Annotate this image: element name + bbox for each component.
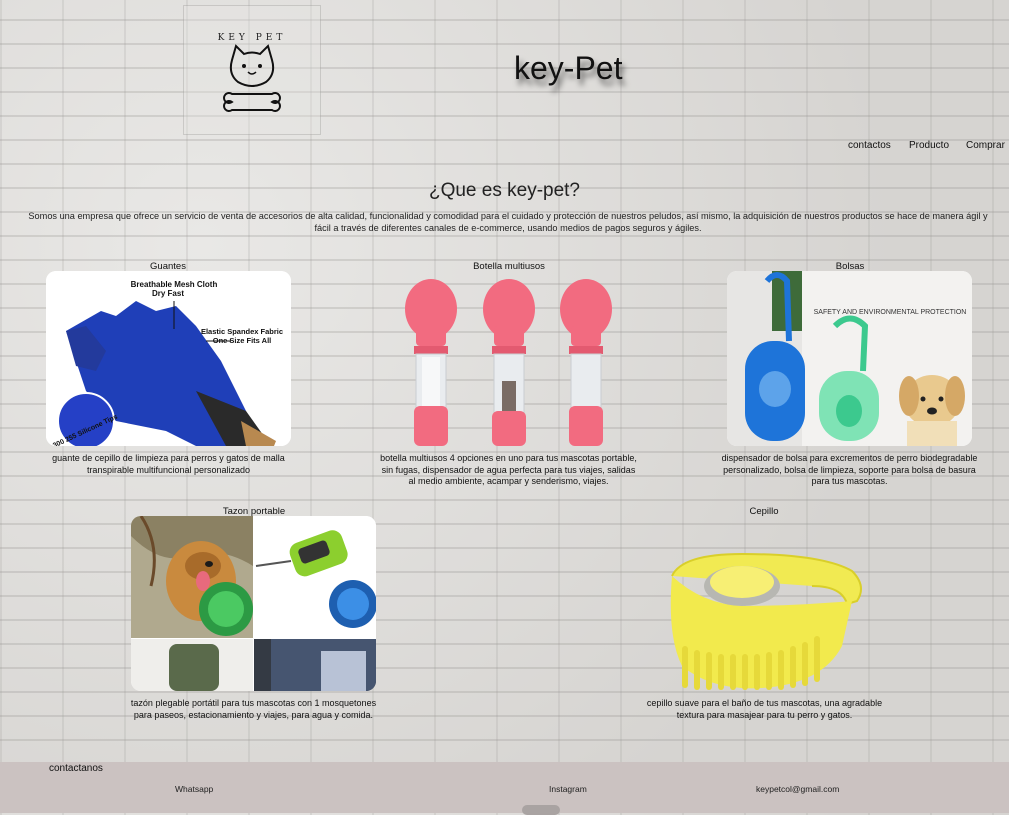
product-description-tazon: tazón plegable portátil para tus mascota… — [130, 698, 377, 720]
bottle-image — [405, 279, 612, 446]
product-image-cepillo[interactable] — [642, 516, 887, 691]
product-image-bolsas[interactable]: SAFETY AND ENVIRONMENTAL PROTECTION — [727, 271, 972, 446]
nav-link-comprar[interactable]: Comprar — [966, 140, 1005, 151]
bowl-image — [131, 516, 376, 691]
product-image-botella[interactable] — [386, 271, 631, 446]
svg-text:Elastic Spandex Fabric: Elastic Spandex Fabric — [201, 327, 283, 336]
product-description-botella: botella multiusos 4 opciones en uno para… — [380, 453, 637, 486]
cat-logo-icon: KEY PET — [218, 33, 287, 112]
product-description-guantes: guante de cepillo de limpieza para perro… — [52, 453, 285, 475]
svg-text:Dry Fast: Dry Fast — [152, 289, 184, 298]
svg-text:SAFETY AND ENVIRONMENTAL PROTE: SAFETY AND ENVIRONMENTAL PROTECTION — [814, 309, 967, 316]
product-description-cepillo: cepillo suave para el baño de tus mascot… — [646, 698, 883, 720]
glove-image: Breathable Mesh Cloth Dry Fast Elastic S… — [46, 271, 291, 446]
about-text: Somos una empresa que ofrece un servicio… — [28, 211, 988, 233]
svg-text:KEY PET: KEY PET — [218, 33, 287, 43]
footer-heading: contactanos — [49, 763, 103, 774]
logo[interactable]: KEY PET — [183, 5, 321, 135]
about-title: ¿Que es key-pet? — [428, 180, 581, 201]
bags-image: SAFETY AND ENVIRONMENTAL PROTECTION — [727, 271, 972, 446]
footer-link-instagram[interactable]: Instagram — [549, 784, 587, 794]
product-description-bolsas: dispensador de bolsa para excrementos de… — [721, 453, 978, 486]
scroll-handle[interactable] — [522, 805, 560, 815]
footer-link-email[interactable]: keypetcol@gmail.com — [756, 784, 839, 794]
nav-link-producto[interactable]: Producto — [909, 140, 949, 151]
svg-text:Breathable Mesh Cloth: Breathable Mesh Cloth — [131, 280, 218, 289]
product-image-tazon[interactable] — [131, 516, 376, 691]
svg-text:One Size Fits All: One Size Fits All — [213, 336, 271, 345]
site-title: key-Pet — [514, 50, 623, 86]
nav-link-contactos[interactable]: contactos — [848, 140, 891, 151]
footer: contactanos Whatsapp Instagram keypetcol… — [0, 762, 1009, 815]
product-image-guantes[interactable]: Breathable Mesh Cloth Dry Fast Elastic S… — [46, 271, 291, 446]
brush-image — [670, 552, 862, 690]
footer-link-whatsapp[interactable]: Whatsapp — [175, 784, 213, 794]
